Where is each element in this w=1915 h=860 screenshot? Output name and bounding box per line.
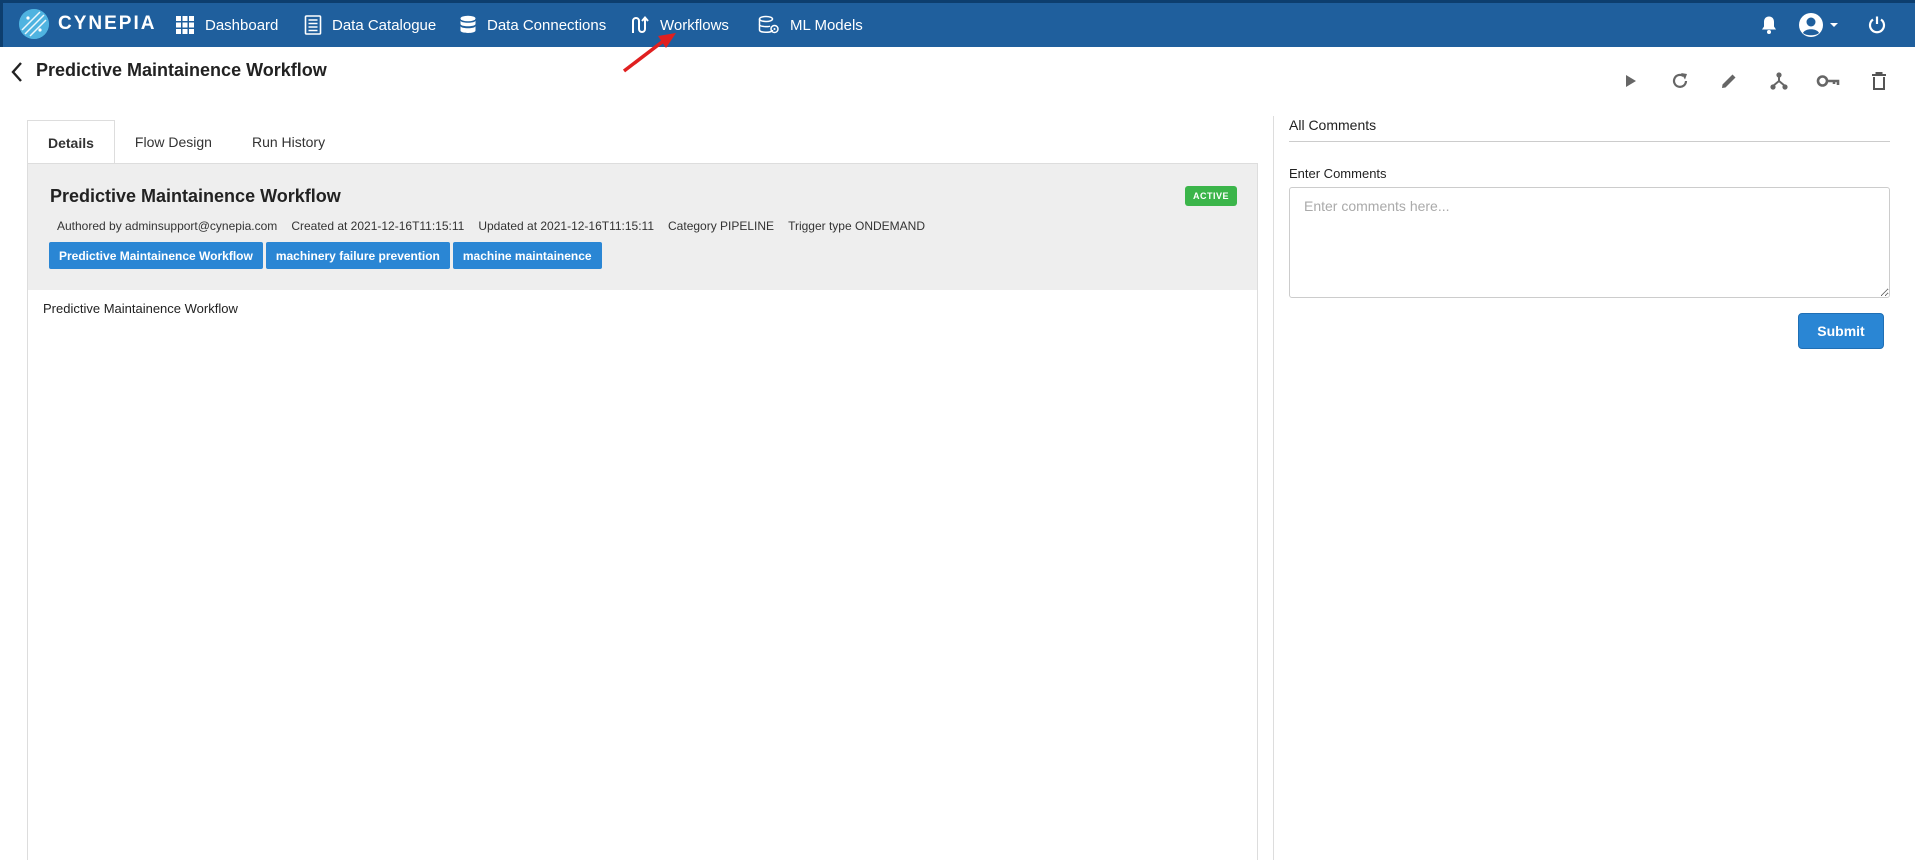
tab-details[interactable]: Details [27,120,115,164]
comments-input[interactable] [1289,187,1890,298]
cynepia-logo-icon [19,9,49,39]
power-icon [1868,16,1886,34]
top-navbar: CYNEPIA Dashboard Data Catalogue Data Co… [0,0,1915,47]
created-text: Created at 2021-12-16T11:15:11 [291,219,465,233]
notifications-button[interactable] [1760,13,1778,37]
annotation-arrow-icon [622,33,676,73]
detail-tabs: Details Flow Design Run History [27,120,345,164]
nav-data-connections[interactable]: Data Connections [459,12,606,38]
brand[interactable]: CYNEPIA [19,7,156,41]
nav-dashboard-label: Dashboard [205,16,279,34]
tag-chip[interactable]: machine maintainence [452,242,602,269]
author-text: Authored by adminsupport@cynepia.com [57,219,278,233]
delete-icon [1872,72,1886,90]
workflow-meta: Authored by adminsupport@cynepia.com Cre… [57,219,939,233]
bell-icon [1762,16,1776,34]
edit-icon [1722,74,1736,88]
delete-button[interactable] [1866,68,1892,94]
fork-button[interactable] [1766,68,1792,94]
edit-button[interactable] [1716,68,1742,94]
tab-flow-design[interactable]: Flow Design [115,120,232,164]
ml-models-icon [758,15,779,34]
chevron-left-icon [11,62,22,82]
submit-button[interactable]: Submit [1798,313,1884,349]
user-menu-button[interactable] [1798,13,1840,37]
grid-icon [176,16,194,34]
nav-data-catalogue[interactable]: Data Catalogue [304,12,436,38]
brand-name: CYNEPIA [58,13,157,34]
share-icon [1770,72,1788,90]
refresh-icon [1672,73,1688,88]
key-icon [1816,75,1840,87]
chevron-down-icon [1830,23,1838,27]
details-panel: Predictive Maintainence Workflow ACTIVE … [27,163,1258,860]
page-title: Predictive Maintainence Workflow [36,60,327,80]
logout-button[interactable] [1868,13,1886,37]
trigger-text: Trigger type ONDEMAND [788,219,925,233]
status-badge: ACTIVE [1184,186,1237,206]
workflow-summary: Predictive Maintainence Workflow ACTIVE … [28,164,1257,290]
updated-text: Updated at 2021-12-16T11:15:11 [478,219,655,233]
panel-divider [1273,116,1274,860]
nav-ml-models[interactable]: ML Models [758,12,863,38]
tab-run-history[interactable]: Run History [232,120,345,164]
category-text: Category PIPELINE [668,219,775,233]
nav-data-catalogue-label: Data Catalogue [332,16,437,34]
catalogue-icon [304,15,322,35]
user-avatar-icon [1799,13,1823,37]
run-button[interactable] [1617,68,1643,94]
nav-data-connections-label: Data Connections [487,16,607,34]
comments-divider [1289,141,1890,142]
play-icon [1626,75,1636,87]
workflow-description: Predictive Maintainence Workflow [43,301,238,316]
workflow-title: Predictive Maintainence Workflow [50,186,341,206]
permissions-button[interactable] [1815,68,1841,94]
back-button[interactable] [10,60,30,86]
comments-title: All Comments [1289,117,1377,133]
nav-dashboard[interactable]: Dashboard [175,12,278,38]
database-icon [460,15,476,33]
tag-chip[interactable]: machinery failure prevention [265,242,450,269]
comments-label: Enter Comments [1289,166,1387,181]
tag-list: Predictive Maintainence Workflow machine… [49,242,605,269]
tag-chip[interactable]: Predictive Maintainence Workflow [49,242,263,269]
refresh-button[interactable] [1667,68,1693,94]
nav-ml-models-label: ML Models [790,16,863,34]
